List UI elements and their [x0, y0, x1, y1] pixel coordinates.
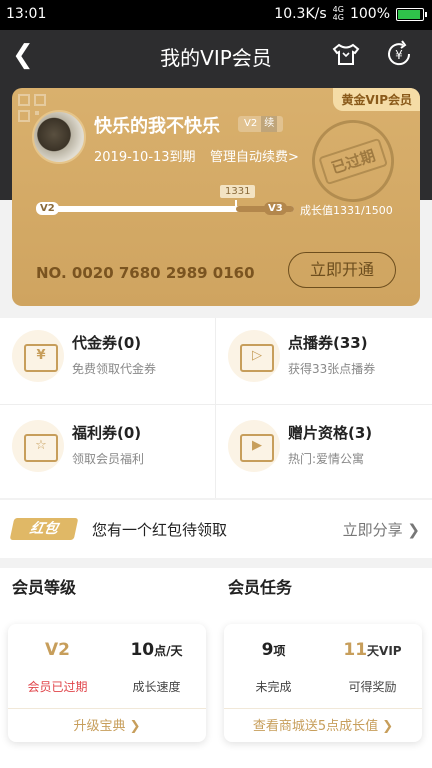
section-title: 会员任务	[228, 578, 293, 597]
vip-card: 黄金VIP会员 快乐的我不快乐 V2 续 2019-10-13到期 管理自动续费>…	[12, 88, 420, 306]
battery-percent: 100%	[349, 6, 390, 22]
status-time: 13:01	[6, 6, 47, 22]
growth-marker: 1331	[220, 185, 256, 198]
member-task-section: 会员任务 9项 11天VIP 未完成 可得奖励 查看商城送5点成长值 ❯	[216, 568, 432, 758]
benefit-welfare[interactable]: ☆ 福利券(0) 领取会员福利	[0, 408, 216, 498]
open-now-button[interactable]: 立即开通	[288, 252, 396, 288]
network-speed: 10.3K/s	[274, 6, 327, 22]
reward-label: 可得奖励	[348, 680, 397, 694]
incomplete-count: 9项	[261, 640, 286, 660]
gift-play-icon: ▶	[228, 420, 280, 472]
incomplete-label: 未完成	[255, 680, 292, 694]
growth-progress-bar	[38, 206, 294, 212]
current-level: V2	[45, 640, 70, 660]
tshirt-icon[interactable]	[330, 38, 362, 70]
benefit-voucher[interactable]: ¥ 代金券(0) 免费领取代金券	[0, 318, 216, 408]
yen-ticket-icon: ¥	[12, 330, 64, 382]
mall-growth-link[interactable]: 查看商城送5点成长值 ❯	[224, 708, 422, 734]
share-now-link[interactable]: 立即分享 ❯	[343, 519, 420, 540]
status-right: 10.3K/s 4G 4G 100%	[274, 5, 427, 22]
section-title: 会员等级	[12, 578, 77, 597]
member-level-section: 会员等级 V2 10点/天 会员已过期 成长速度 升级宝典 ❯	[0, 568, 216, 758]
growth-value: 成长值1331/1500	[300, 204, 393, 217]
avatar[interactable]	[32, 110, 86, 164]
member-task-card: 9项 11天VIP 未完成 可得奖励 查看商城送5点成长值 ❯	[224, 624, 422, 742]
red-packet-text: 您有一个红包待领取	[92, 521, 228, 539]
yen-refresh-icon[interactable]: ¥	[383, 38, 415, 70]
play-ticket-icon: ▷	[228, 330, 280, 382]
benefit-gift-film[interactable]: ▶ 赠片资格(3) 热门:爱情公寓	[216, 408, 432, 498]
progress-fill	[38, 206, 264, 212]
vip-tier-tag: 黄金VIP会员	[333, 88, 420, 111]
red-packet-banner[interactable]: 红包 您有一个红包待领取 立即分享 ❯	[0, 500, 432, 558]
benefit-vod-ticket[interactable]: ▷ 点播券(33) 获得33张点播券	[216, 318, 432, 408]
username: 快乐的我不快乐	[94, 116, 220, 137]
card-number: NO. 0020 7680 2989 0160	[36, 264, 255, 282]
signal-icon: 4G 4G	[332, 5, 344, 22]
red-packet-label: 红包	[9, 518, 79, 540]
svg-text:¥: ¥	[395, 48, 403, 62]
member-level-card: V2 10点/天 会员已过期 成长速度 升级宝典 ❯	[8, 624, 206, 742]
growth-speed-label: 成长速度	[132, 680, 181, 694]
battery-icon	[396, 7, 427, 21]
status-bar: 13:01 10.3K/s 4G 4G 100%	[0, 0, 432, 30]
upgrade-guide-link[interactable]: 升级宝典 ❯	[8, 708, 206, 734]
membership-expired-text: 会员已过期	[27, 680, 88, 694]
expire-date: 2019-10-13到期	[94, 150, 196, 165]
divider	[215, 318, 216, 498]
level-to-badge: V3	[264, 202, 287, 215]
page-title: 我的VIP会员	[160, 46, 272, 70]
expired-stamp: 已过期	[301, 109, 405, 213]
level-badge: V2 续	[238, 116, 284, 132]
level-from-badge: V2	[36, 202, 59, 215]
growth-speed-value: 10点/天	[130, 640, 183, 660]
manage-auto-renew-link[interactable]: 管理自动续费>	[210, 146, 299, 165]
star-ticket-icon: ☆	[12, 420, 64, 472]
divider	[0, 404, 432, 405]
reward-value: 11天VIP	[343, 640, 402, 660]
